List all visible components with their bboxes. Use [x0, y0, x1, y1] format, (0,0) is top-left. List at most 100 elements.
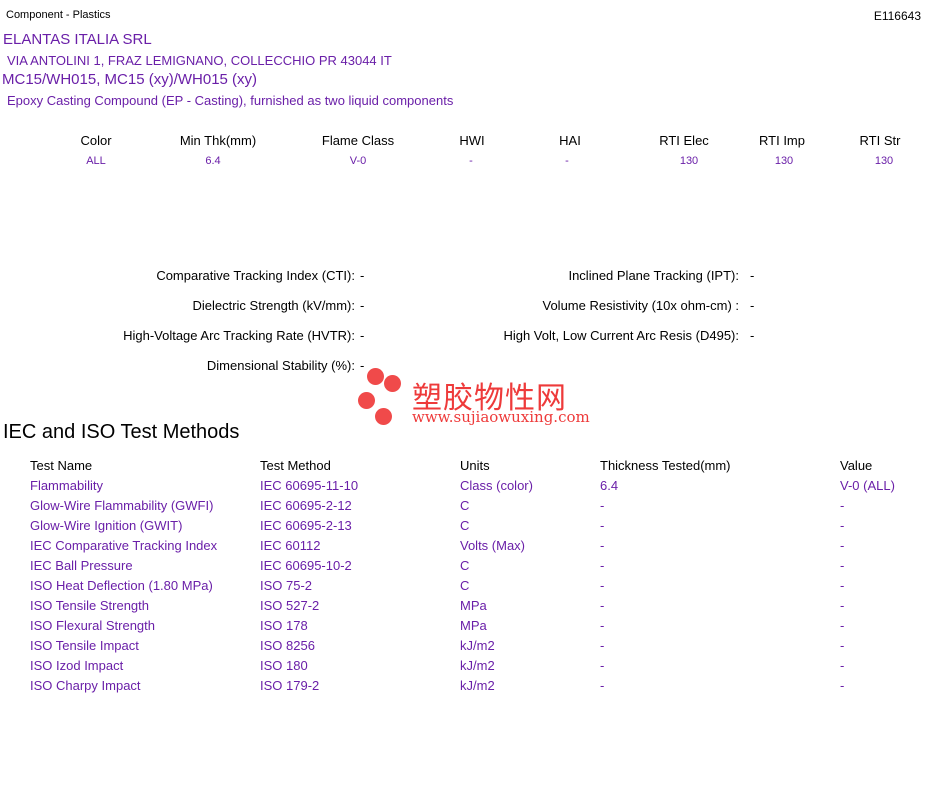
iec-cell-thickness: 6.4 [600, 478, 619, 493]
property-label-ipt: Inclined Plane Tracking (IPT): [568, 268, 739, 283]
property-value-volume-resistivity: - [750, 298, 755, 313]
summary-value-rti-str: 130 [874, 155, 894, 167]
property-value-ipt: - [750, 268, 755, 283]
iec-cell-units: MPa [460, 618, 487, 633]
iec-cell-value: V-0 (ALL) [840, 478, 895, 493]
iec-cell-test-name: Flammability [30, 478, 103, 493]
iec-cell-test-method: IEC 60112 [260, 538, 321, 553]
iec-cell-test-name: ISO Charpy Impact [30, 678, 141, 693]
product-name: MC15/WH015, MC15 (xy)/WH015 (xy) [2, 71, 258, 88]
iec-cell-test-name: ISO Flexural Strength [30, 618, 155, 633]
iec-cell-value: - [840, 558, 845, 573]
iec-cell-value: - [840, 618, 845, 633]
iec-cell-test-name: IEC Ball Pressure [30, 558, 133, 573]
summary-value-hai: - [565, 155, 569, 167]
iec-cell-units: MPa [460, 598, 487, 613]
summary-header-rti-imp: RTI Imp [759, 133, 805, 148]
summary-header-color: Color [80, 133, 112, 148]
summary-header-rti-elec: RTI Elec [659, 133, 709, 148]
property-value-hvtr: - [360, 328, 365, 343]
iec-cell-thickness: - [600, 598, 605, 613]
iec-header-test-method: Test Method [260, 458, 331, 473]
iec-cell-units: kJ/m2 [460, 638, 495, 653]
iec-cell-test-name: ISO Tensile Impact [30, 638, 139, 653]
watermark-dot [375, 408, 392, 425]
iec-cell-thickness: - [600, 638, 605, 653]
watermark-url: www.sujiaowuxing.com [412, 408, 590, 426]
summary-value-color: ALL [86, 155, 106, 167]
property-value-dielectric-strength: - [360, 298, 365, 313]
iec-cell-value: - [840, 638, 845, 653]
property-label-hvtr: High-Voltage Arc Tracking Rate (HVTR): [123, 328, 355, 343]
summary-header-min-thk: Min Thk(mm) [179, 133, 257, 148]
iec-header-thickness: Thickness Tested(mm) [600, 458, 731, 473]
iec-cell-units: C [460, 578, 470, 593]
iec-cell-value: - [840, 658, 845, 673]
iec-cell-units: kJ/m2 [460, 678, 495, 693]
iec-cell-thickness: - [600, 578, 605, 593]
summary-value-rti-imp: 130 [774, 155, 794, 167]
company-name: ELANTAS ITALIA SRL [3, 31, 152, 48]
company-address: VIA ANTOLINI 1, FRAZ LEMIGNANO, COLLECCH… [7, 53, 392, 68]
property-label-cti: Comparative Tracking Index (CTI): [156, 268, 355, 283]
iec-cell-test-name: IEC Comparative Tracking Index [30, 538, 218, 553]
iec-cell-value: - [840, 678, 845, 693]
watermark-dot [384, 375, 401, 392]
iec-cell-value: - [840, 538, 845, 553]
summary-value-flame-class: V-0 [349, 155, 367, 167]
iec-cell-thickness: - [600, 498, 605, 513]
property-label-dielectric-strength: Dielectric Strength (kV/mm): [192, 298, 355, 313]
iec-cell-thickness: - [600, 618, 605, 633]
site-watermark: 塑胶物性网 www.sujiaowuxing.com [356, 366, 596, 430]
iec-cell-test-method: ISO 527-2 [260, 598, 320, 613]
summary-header-flame-class: Flame Class [321, 133, 395, 148]
iec-cell-thickness: - [600, 658, 605, 673]
iec-cell-test-name: ISO Tensile Strength [30, 598, 149, 613]
iec-cell-units: kJ/m2 [460, 658, 495, 673]
document-category: Component - Plastics [6, 9, 111, 21]
iec-cell-test-method: ISO 179-2 [260, 678, 320, 693]
iec-cell-test-method: IEC 60695-2-13 [260, 518, 352, 533]
summary-value-min-thk: 6.4 [205, 155, 221, 167]
iec-cell-test-method: ISO 178 [260, 618, 308, 633]
iec-cell-units: C [460, 498, 470, 513]
iec-cell-test-method: ISO 75-2 [260, 578, 313, 593]
iec-cell-thickness: - [600, 558, 605, 573]
property-label-dimensional-stability: Dimensional Stability (%): [206, 358, 355, 373]
iec-header-value: Value [840, 458, 873, 473]
product-description: Epoxy Casting Compound (EP - Casting), f… [7, 93, 454, 108]
summary-header-rti-str: RTI Str [859, 133, 901, 148]
summary-header-hwi: HWI [459, 133, 485, 148]
iec-cell-units: C [460, 518, 470, 533]
iec-cell-value: - [840, 578, 845, 593]
iec-header-units: Units [460, 458, 490, 473]
iec-cell-thickness: - [600, 678, 605, 693]
iec-cell-thickness: - [600, 518, 605, 533]
iec-cell-test-method: IEC 60695-10-2 [260, 558, 352, 573]
iec-cell-test-name: ISO Izod Impact [30, 658, 124, 673]
iec-cell-test-method: IEC 60695-2-12 [260, 498, 352, 513]
iec-cell-test-method: IEC 60695-11-10 [260, 478, 359, 493]
iec-cell-test-method: ISO 180 [260, 658, 308, 673]
iec-cell-units: Volts (Max) [460, 538, 526, 553]
iec-cell-test-name: Glow-Wire Ignition (GWIT) [30, 518, 183, 533]
property-value-d495: - [750, 328, 755, 343]
property-value-cti: - [360, 268, 365, 283]
iec-cell-value: - [840, 498, 845, 513]
summary-value-rti-elec: 130 [679, 155, 699, 167]
summary-value-hwi: - [469, 155, 473, 167]
iec-cell-units: C [460, 558, 470, 573]
section-title: IEC and ISO Test Methods [3, 421, 240, 443]
iec-header-test-name: Test Name [30, 458, 93, 473]
summary-header-hai: HAI [559, 133, 581, 148]
iec-cell-test-method: ISO 8256 [260, 638, 315, 653]
iec-cell-thickness: - [600, 538, 605, 553]
property-label-volume-resistivity: Volume Resistivity (10x ohm-cm) : [542, 298, 740, 313]
iec-cell-value: - [840, 518, 845, 533]
watermark-dot [367, 368, 384, 385]
watermark-dot [358, 392, 375, 409]
file-number: E116643 [873, 9, 921, 23]
iec-cell-value: - [840, 598, 845, 613]
iec-cell-units: Class (color) [460, 478, 533, 493]
property-label-d495: High Volt, Low Current Arc Resis (D495): [503, 328, 739, 343]
